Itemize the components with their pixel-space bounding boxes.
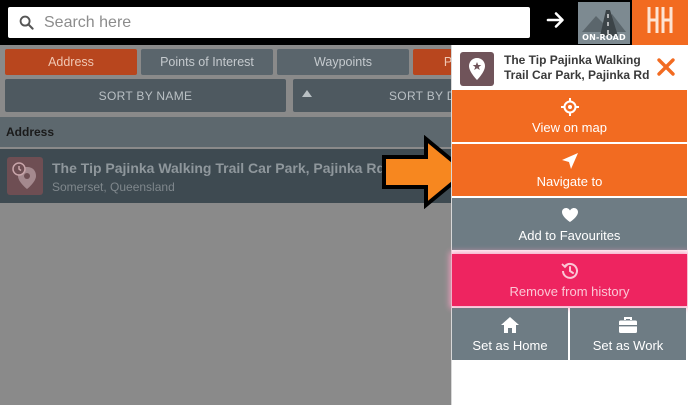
top-bar: ON-ROAD <box>0 0 688 45</box>
view-on-map-label: View on map <box>532 120 607 135</box>
set-as-work-button[interactable]: Set as Work <box>570 308 686 360</box>
result-subtitle: Somerset, Queensland <box>52 180 175 194</box>
go-button[interactable] <box>538 6 574 39</box>
sort-by-distance-button[interactable]: SORT BY DI <box>293 79 473 112</box>
sort-by-name-button[interactable]: SORT BY NAME <box>5 79 286 112</box>
briefcase-icon <box>618 315 638 335</box>
app-logo[interactable] <box>632 0 688 45</box>
add-to-favourites-button[interactable]: Add to Favourites <box>452 198 687 250</box>
heart-icon <box>561 205 579 225</box>
on-road-label: ON-ROAD <box>582 33 626 42</box>
panel-header: The Tip Pajinka Walking Trail Car Park, … <box>452 45 688 90</box>
search-input[interactable] <box>44 13 514 32</box>
sort-by-distance-label: SORT BY DI <box>389 88 460 103</box>
add-to-favourites-label: Add to Favourites <box>518 228 621 243</box>
view-on-map-button[interactable]: View on map <box>452 90 687 142</box>
tab-points-of-interest[interactable]: Points of Interest <box>141 49 273 75</box>
search-icon <box>8 15 44 30</box>
panel-title: The Tip Pajinka Walking Trail Car Park, … <box>504 53 654 83</box>
set-as-home-label: Set as Home <box>472 338 548 353</box>
set-as-work-label: Set as Work <box>592 338 664 353</box>
location-pin-icon <box>460 52 494 86</box>
panel-title-line1: The Tip Pajinka Walking <box>504 53 641 67</box>
panel-title-line2: Trail Car Park, Pajinka Rd <box>504 68 650 82</box>
crosshair-icon <box>560 97 579 117</box>
navigate-to-button[interactable]: Navigate to <box>452 144 687 196</box>
arrow-right-icon <box>546 11 566 34</box>
home-icon <box>500 315 520 335</box>
close-icon <box>656 57 676 82</box>
tab-address[interactable]: Address <box>5 49 137 75</box>
search-box[interactable] <box>8 7 530 38</box>
close-button[interactable] <box>651 54 681 84</box>
set-as-home-button[interactable]: Set as Home <box>452 308 568 360</box>
action-panel: The Tip Pajinka Walking Trail Car Park, … <box>451 45 688 405</box>
history-star-pin-icon <box>7 157 43 195</box>
result-title: The Tip Pajinka Walking Trail Car Park, … <box>52 160 385 176</box>
remove-from-history-button[interactable]: Remove from history <box>452 254 687 306</box>
logo-icon <box>643 3 677 42</box>
triangle-up-icon <box>302 86 312 100</box>
history-icon <box>560 261 579 281</box>
remove-from-history-label: Remove from history <box>509 284 630 299</box>
tab-waypoints[interactable]: Waypoints <box>277 49 409 75</box>
on-road-toggle[interactable]: ON-ROAD <box>578 2 630 44</box>
navigate-arrow-icon <box>561 151 579 171</box>
navigate-to-label: Navigate to <box>536 174 603 189</box>
